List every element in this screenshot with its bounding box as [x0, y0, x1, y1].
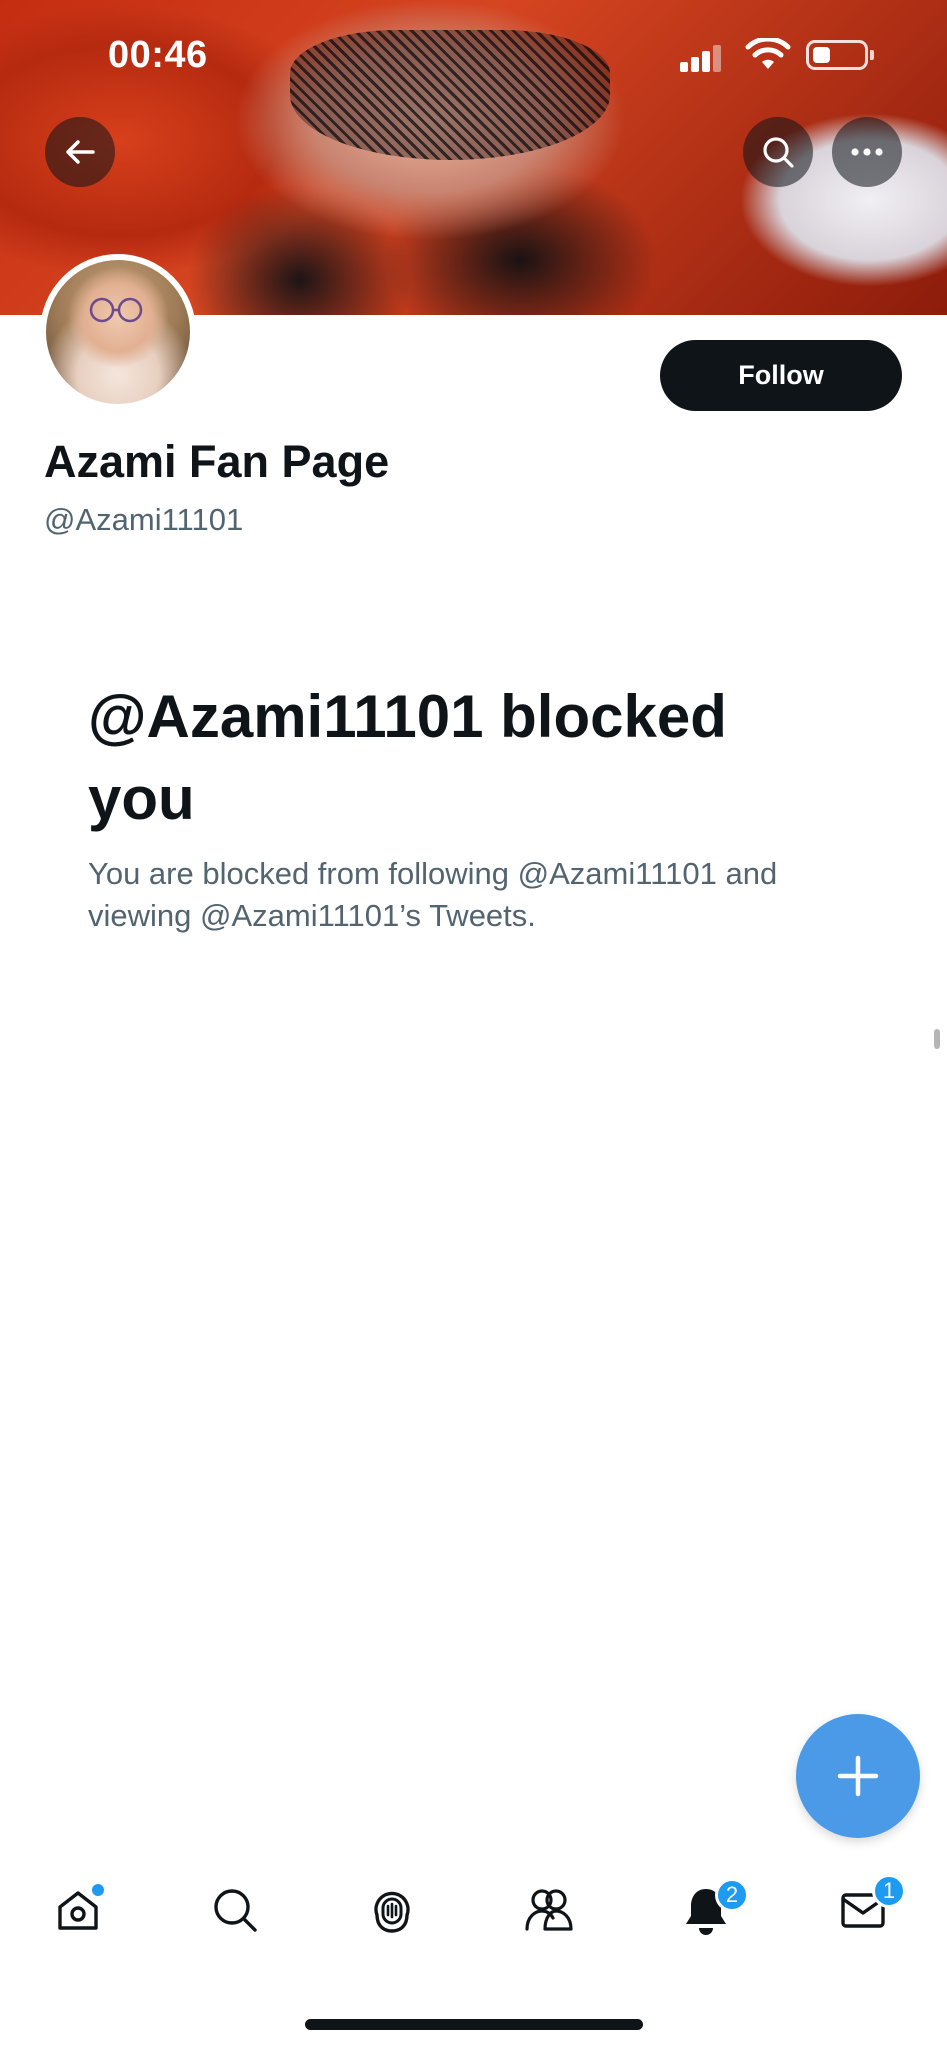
cellular-signal-icon: [680, 44, 722, 72]
notifications-badge: 2: [715, 1878, 749, 1912]
tab-messages[interactable]: 1: [823, 1860, 906, 1960]
blocked-title: @Azami11101 blocked you: [88, 683, 727, 832]
battery-cap: [870, 50, 874, 60]
status-time: 00:46: [108, 34, 208, 76]
wifi-icon: [745, 38, 791, 69]
battery-level: [813, 47, 830, 63]
tab-home[interactable]: [38, 1860, 118, 1960]
tab-notifications[interactable]: 2: [666, 1860, 749, 1960]
tab-search[interactable]: [195, 1860, 275, 1960]
avatar-image: [46, 260, 190, 404]
tab-spaces[interactable]: [352, 1860, 432, 1960]
home-indicator[interactable]: [305, 2019, 643, 2030]
scroll-indicator[interactable]: [934, 1029, 940, 1049]
tab-communities[interactable]: [509, 1860, 589, 1960]
avatar-glasses: [89, 297, 143, 323]
home-notification-dot: [92, 1884, 104, 1896]
bottom-tab-bar: 2 1: [0, 1860, 947, 1980]
user-handle: @Azami11101: [44, 502, 244, 537]
spaces-icon: [374, 1891, 410, 1933]
plus-icon: [837, 1755, 879, 1797]
follow-button[interactable]: Follow: [660, 340, 902, 411]
communities-icon: [525, 1889, 573, 1931]
search-icon: [763, 137, 794, 168]
battery-icon: [806, 40, 868, 70]
display-name: Azami Fan Page: [44, 436, 390, 487]
profile-avatar[interactable]: [40, 254, 196, 410]
back-button[interactable]: [45, 117, 115, 187]
more-horizontal-icon: [851, 148, 883, 156]
more-options-button[interactable]: [832, 117, 902, 187]
arrow-left-icon: [66, 140, 95, 164]
blocked-description: You are blocked from following @Azami111…: [88, 856, 778, 933]
search-button[interactable]: [743, 117, 813, 187]
search-icon: [214, 1889, 257, 1932]
status-bar: 00:46: [0, 0, 947, 110]
compose-tweet-button[interactable]: [796, 1714, 920, 1838]
messages-badge: 1: [872, 1874, 906, 1908]
